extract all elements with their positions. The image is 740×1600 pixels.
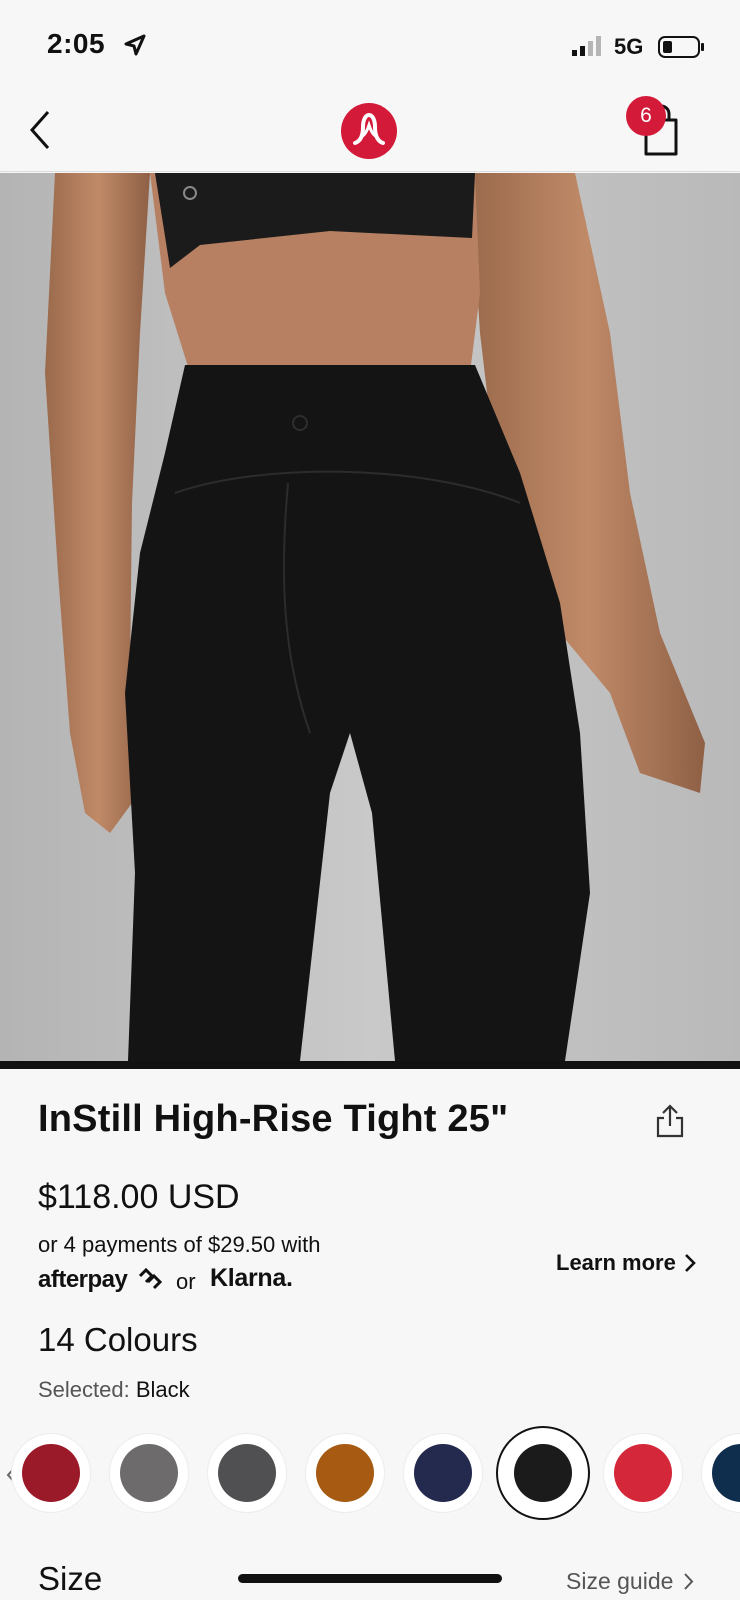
battery-icon — [658, 36, 704, 58]
nav-bar: 6 — [0, 90, 740, 172]
swatch-chip — [712, 1444, 740, 1502]
chevron-right-icon — [684, 1254, 696, 1272]
selected-colour-value: Black — [135, 1377, 190, 1402]
chevron-right-icon — [684, 1573, 694, 1590]
colour-swatch-row[interactable] — [0, 1424, 740, 1524]
or-label: or — [176, 1269, 196, 1294]
product-image[interactable] — [0, 173, 740, 1061]
learn-more-label: Learn more — [556, 1250, 676, 1275]
selected-colour: Selected: Black — [38, 1377, 190, 1403]
colour-swatch[interactable] — [306, 1434, 384, 1512]
swatch-chip — [316, 1444, 374, 1502]
colour-swatch[interactable] — [702, 1434, 740, 1512]
product-price: $118.00 USD — [38, 1178, 240, 1216]
colour-swatch[interactable] — [12, 1434, 90, 1512]
home-indicator[interactable] — [238, 1574, 502, 1583]
lululemon-logo[interactable] — [341, 103, 397, 159]
swatch-chip — [514, 1444, 572, 1502]
status-time: 2:05 — [47, 28, 106, 59]
learn-more-link[interactable]: Learn more — [556, 1250, 696, 1276]
colour-swatch[interactable] — [604, 1434, 682, 1512]
size-label: Size — [38, 1560, 103, 1597]
colour-swatch[interactable] — [404, 1434, 482, 1512]
signal-icon — [572, 36, 601, 56]
installments-text: or 4 payments of $29.50 with — [38, 1232, 321, 1257]
colours-count: 14 Colours — [38, 1321, 198, 1358]
product-title: InStill High-Rise Tight 25" — [38, 1098, 509, 1140]
status-bar: 2:05 5G — [0, 0, 740, 90]
swatch-chip — [22, 1444, 80, 1502]
image-carousel-bar — [0, 1061, 740, 1069]
share-icon[interactable] — [655, 1104, 685, 1138]
cart-count-badge[interactable]: 6 — [626, 96, 666, 136]
size-guide-link[interactable]: Size guide — [566, 1568, 694, 1595]
klarna-logo: Klarna. — [210, 1264, 293, 1292]
swatch-chip — [120, 1444, 178, 1502]
colour-swatch-selected[interactable] — [496, 1426, 590, 1520]
network-label: 5G — [614, 34, 644, 59]
swatch-chip — [414, 1444, 472, 1502]
swatch-chip — [218, 1444, 276, 1502]
afterpay-arrows-icon — [138, 1268, 163, 1290]
afterpay-logo: afterpay — [38, 1266, 128, 1293]
colour-swatch[interactable] — [208, 1434, 286, 1512]
location-arrow-icon — [124, 34, 146, 56]
size-guide-label: Size guide — [566, 1568, 674, 1594]
back-chevron-icon[interactable] — [24, 108, 58, 152]
swatch-chip — [614, 1444, 672, 1502]
colour-swatch[interactable] — [110, 1434, 188, 1512]
selected-colour-prefix: Selected: — [38, 1377, 130, 1402]
